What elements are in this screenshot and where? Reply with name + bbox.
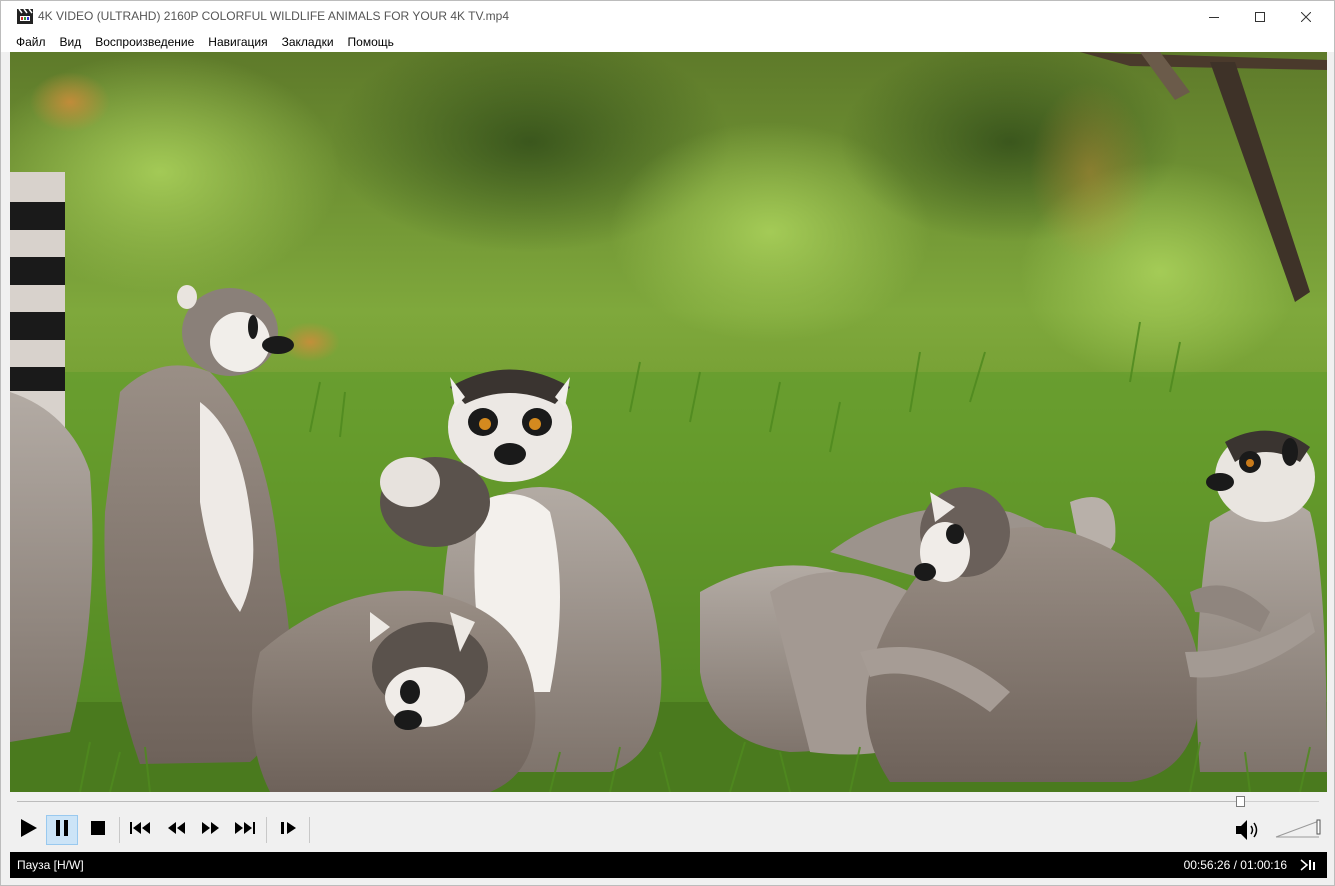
fast-forward-icon — [201, 821, 221, 840]
skip-next-button[interactable] — [229, 815, 261, 845]
minimize-button[interactable] — [1191, 1, 1237, 32]
title-bar: 4K VIDEO (ULTRAHD) 2160P COLORFUL WILDLI… — [1, 1, 1334, 32]
menu-view[interactable]: Вид — [53, 32, 89, 52]
play-button[interactable] — [12, 815, 44, 845]
frame-step-button[interactable] — [273, 815, 305, 845]
maximize-button[interactable] — [1237, 1, 1283, 32]
seek-bar-thumb[interactable] — [1236, 796, 1246, 807]
separator — [119, 817, 120, 843]
window-title: 4K VIDEO (ULTRAHD) 2160P COLORFUL WILDLI… — [38, 9, 510, 23]
clapperboard-icon[interactable] — [17, 8, 33, 24]
status-bar: Пауза [H/W] 00:56:26 / 01:00:16 — [10, 852, 1327, 878]
play-icon — [18, 818, 38, 843]
rewind-button[interactable] — [160, 815, 192, 845]
skip-previous-icon — [129, 821, 151, 840]
control-bar — [1, 792, 1334, 852]
speaker-icon[interactable] — [1235, 819, 1263, 841]
menu-file[interactable]: Файл — [9, 32, 53, 52]
separator — [266, 817, 267, 843]
close-button[interactable] — [1283, 1, 1329, 32]
menu-bookmarks[interactable]: Закладки — [275, 32, 341, 52]
fast-forward-button[interactable] — [195, 815, 227, 845]
rewind-icon — [166, 821, 186, 840]
seek-bar-fill — [17, 801, 1241, 802]
seek-bar[interactable] — [17, 796, 1319, 807]
frame-step-icon — [280, 821, 298, 840]
close-icon — [1301, 11, 1311, 22]
separator — [309, 817, 310, 843]
menu-navigation[interactable]: Навигация — [201, 32, 274, 52]
playback-state: Пауза [H/W] — [17, 858, 84, 872]
maximize-icon — [1255, 11, 1265, 22]
skip-previous-button[interactable] — [124, 815, 156, 845]
time-display: 00:56:26 / 01:00:16 — [1183, 858, 1287, 872]
menu-playback[interactable]: Воспроизведение — [88, 32, 201, 52]
skip-next-icon — [234, 821, 256, 840]
menu-help[interactable]: Помощь — [341, 32, 401, 52]
pause-icon — [54, 819, 70, 842]
player-window: 4K VIDEO (ULTRAHD) 2160P COLORFUL WILDLI… — [0, 0, 1335, 886]
stats-icon[interactable] — [1299, 857, 1319, 873]
pause-button[interactable] — [46, 815, 78, 845]
volume-slider[interactable] — [1275, 819, 1325, 839]
menu-bar: Файл Вид Воспроизведение Навигация Закла… — [1, 32, 1334, 52]
minimize-icon — [1209, 12, 1219, 22]
stop-icon — [90, 820, 106, 841]
stop-button[interactable] — [82, 815, 114, 845]
video-frame[interactable] — [10, 52, 1327, 792]
